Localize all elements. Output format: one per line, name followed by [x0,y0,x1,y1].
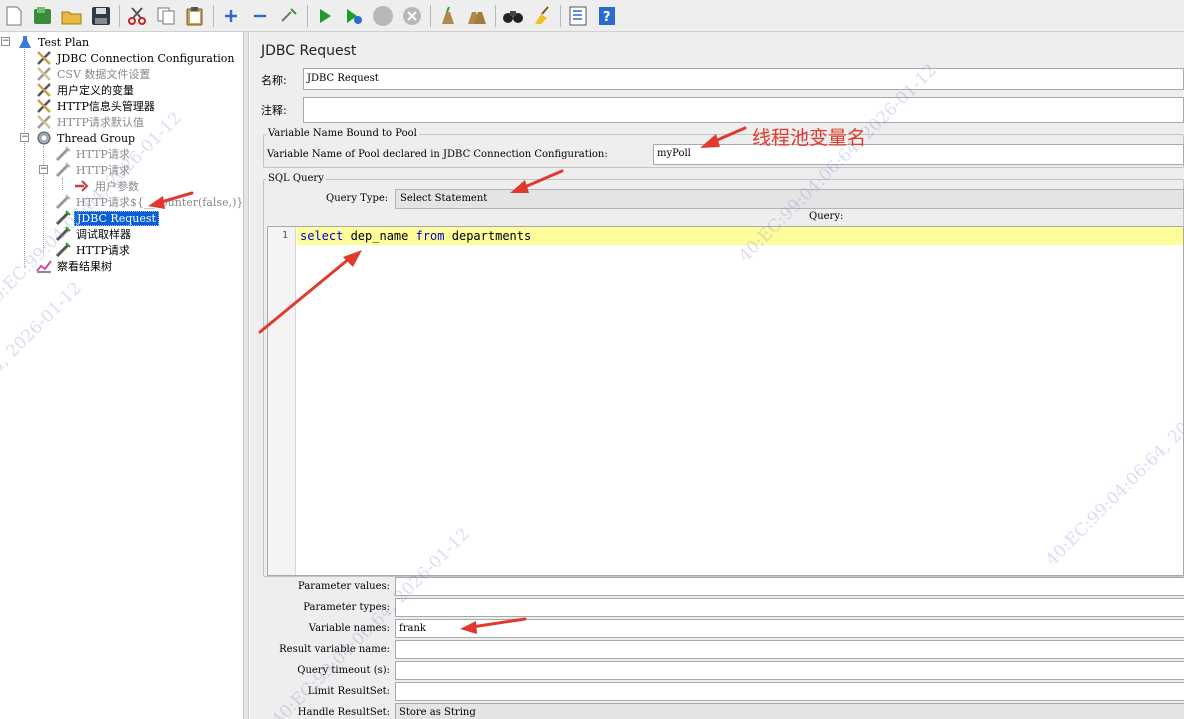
name-field[interactable]: JDBC Request [303,68,1184,90]
tree-item-http-request-defaults[interactable]: HTTP请求默认值 [36,114,146,130]
toolbar-separator [560,4,561,27]
collapse-toggle[interactable]: − [1,37,10,46]
name-label: 名称: [261,74,287,87]
tree-item-label: Test Plan [38,35,90,49]
handle-resultset-select[interactable]: Store as String [395,703,1184,719]
limit-resultset-field[interactable] [395,682,1184,701]
query-type-label: Query Type: [326,193,389,204]
start-no-pause-icon[interactable] [342,4,366,28]
comment-field[interactable] [303,97,1184,123]
toolbar-separator [495,4,496,27]
toolbar-separator [213,4,214,27]
tree-item-label: HTTP信息头管理器 [57,100,155,113]
query-timeout-field[interactable] [395,661,1184,680]
config-icon [36,50,52,66]
tree-item-thread-group[interactable]: Thread Group [36,130,137,146]
query-label: Query: [809,211,844,222]
tree-item-csv-data-set[interactable]: CSV 数据文件设置 [36,66,152,82]
result-variable-name-field[interactable] [395,640,1184,659]
tree-item-label: 调试取样器 [76,228,131,241]
svg-text:?: ? [603,10,611,25]
panel-splitter[interactable] [244,32,249,719]
tree-item-label: 用户定义的变量 [57,84,134,97]
toolbar-separator [430,4,431,27]
tree-item-label: HTTP请求默认值 [57,116,144,129]
page-title: JDBC Request [261,43,357,59]
parameter-values-field[interactable] [395,577,1184,596]
sql-text: departments [444,229,532,243]
pool-variable-field[interactable]: myPoll [653,144,1184,165]
tree-item-jdbc-connection-configuration[interactable]: JDBC Connection Configuration [36,50,237,66]
start-icon[interactable] [313,4,337,28]
function-helper-icon[interactable] [566,4,590,28]
sampler-icon [55,146,71,162]
tree-item-label: CSV 数据文件设置 [57,68,151,81]
collapse-toggle[interactable]: − [39,165,48,174]
comment-label: 注释: [261,104,287,117]
clear-icon[interactable] [436,4,460,28]
line-number-gutter: 1 [268,227,296,575]
parameter-types-field[interactable] [395,598,1184,617]
config-icon [36,82,52,98]
toolbar-separator [119,4,120,27]
collapse-icon[interactable] [248,4,272,28]
tree-connector [24,44,25,268]
sampler-icon [55,194,71,210]
tree-item-label: JDBC Connection Configuration [57,51,235,65]
config-icon [36,66,52,82]
tree-connector [62,178,63,190]
clear-all-icon[interactable] [465,4,489,28]
cut-icon[interactable] [125,4,149,28]
new-icon[interactable] [2,4,26,28]
toggle-icon[interactable] [277,4,301,28]
toolbar: ? [0,0,1184,32]
help-icon[interactable]: ? [595,4,619,28]
tree-item-label: HTTP请求 [76,244,130,257]
sql-keyword: from [415,229,445,243]
config-icon [36,114,52,130]
parameter-values-label: Parameter values: [298,581,390,592]
tree-item-label: 察看结果树 [57,260,112,273]
copy-icon[interactable] [154,4,178,28]
tree-item-test-plan[interactable]: Test Plan [17,34,91,50]
parameter-types-label: Parameter types: [303,602,390,613]
tree-item-http-request[interactable]: HTTP请求 [55,242,132,258]
shutdown-icon[interactable] [400,4,424,28]
variable-names-field[interactable]: frank [395,619,1184,638]
result-variable-name-label: Result variable name: [279,644,390,655]
tree-item-label: Thread Group [57,131,136,145]
sql-text: dep_name [343,229,416,243]
reset-search-icon[interactable] [530,4,554,28]
sql-query-group-title: SQL Query [266,173,326,184]
templates-icon[interactable] [31,4,55,28]
sampler-icon [55,162,71,178]
pool-group-title: Variable Name Bound to Pool [266,128,419,139]
save-icon[interactable] [89,4,113,28]
config-icon [36,98,52,114]
test-plan-tree: − Test Plan JDBC Connection Configuratio… [0,32,244,719]
tree-item-user-defined-variables[interactable]: 用户定义的变量 [36,82,136,98]
sql-query-editor[interactable]: 1 select dep_name from departments [267,226,1184,576]
line-number: 1 [281,230,288,241]
thread-group-icon [36,130,52,146]
test-plan-icon [17,34,33,50]
tree-item-http-header-manager[interactable]: HTTP信息头管理器 [36,98,157,114]
stop-icon[interactable] [371,4,395,28]
sql-keyword: select [300,229,344,243]
sql-code-line: select dep_name from departments [300,229,531,243]
open-icon[interactable] [60,4,84,28]
search-icon[interactable] [501,4,525,28]
collapse-toggle[interactable]: − [20,133,29,142]
paste-icon[interactable] [183,4,207,28]
pool-variable-label: Variable Name of Pool declared in JDBC C… [267,149,608,160]
expand-icon[interactable] [219,4,243,28]
toolbar-separator [307,4,308,27]
